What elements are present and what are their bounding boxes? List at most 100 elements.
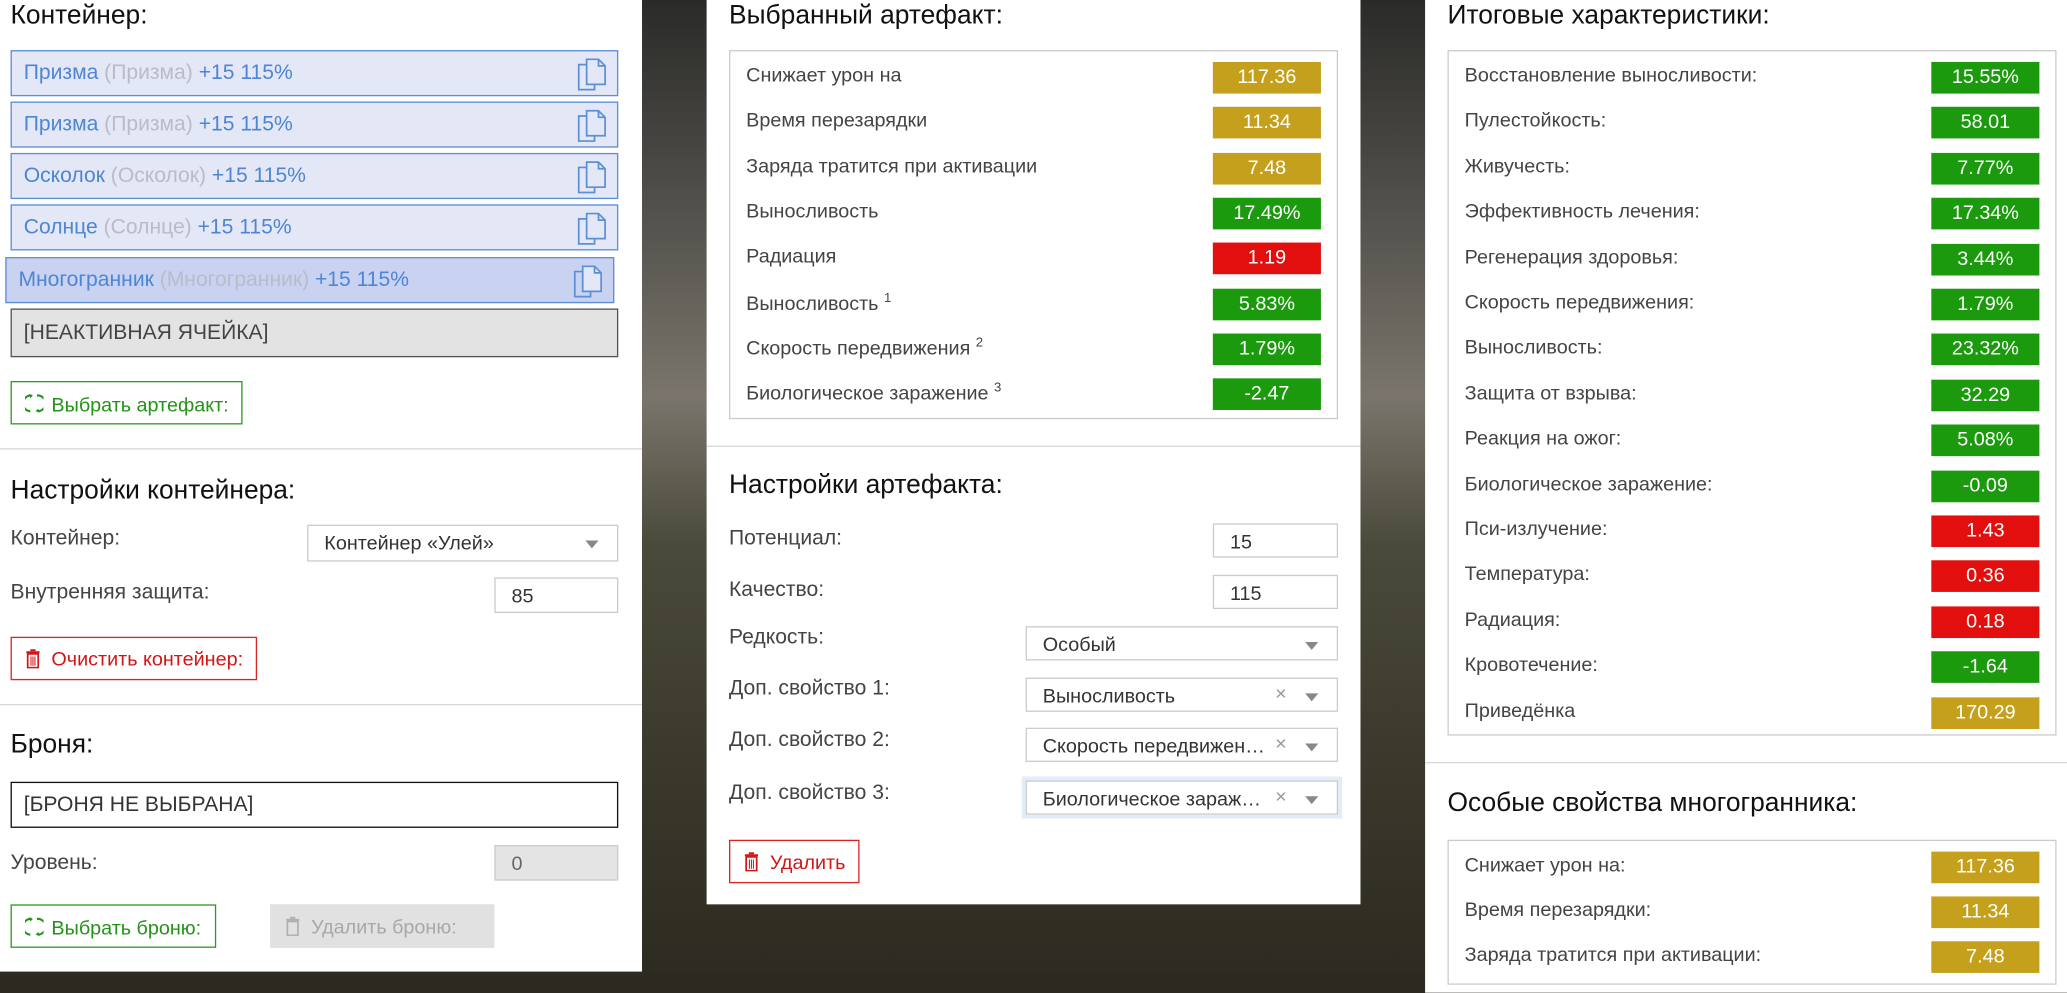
stat-label: Скорость передвижения [746, 337, 971, 360]
stat-value-badge: -0.09 [1931, 470, 2040, 502]
armor-slot[interactable]: [БРОНЯ НЕ ВЫБРАНА] [10, 781, 619, 828]
potential-label: Потенциал: [729, 527, 843, 550]
extra3-label: Доп. свойство 3: [729, 781, 890, 805]
stat-name: Реакция на ожог: [1465, 427, 1622, 449]
slot-name: Осколок [23, 164, 105, 188]
stat-name: Регенерация здоровья: [1465, 246, 1679, 268]
stat-name: Живучесть: [1465, 155, 1570, 177]
clear-icon[interactable]: × [1275, 786, 1287, 808]
stat-label: Снижает урон на: [1464, 854, 1626, 877]
special-title: Особые свойства многогранника: [1447, 788, 1858, 818]
stat-name: Снижает урон на: [1465, 854, 1626, 876]
stat-label: Приведёнка [1464, 699, 1576, 722]
stat-name: Биологическое заражение: [1465, 473, 1713, 495]
clear-icon[interactable]: × [1275, 683, 1287, 705]
stat-label: Регенерация здоровья: [1464, 245, 1679, 269]
stat-row: Защита от взрыва: 32.29 [1449, 379, 2055, 412]
stat-label: Защита от взрыва: [1464, 382, 1637, 405]
stat-row: Время перезарядки: 11.34 [1449, 896, 2055, 929]
stat-row: Выносливость: 23.32% [1449, 334, 2055, 366]
delete-artifact-button[interactable]: Удалить [729, 839, 860, 884]
stat-value-badge: -1.64 [1931, 651, 2040, 684]
copy-icon[interactable] [577, 109, 606, 142]
delete-artifact-label: Удалить [769, 851, 846, 875]
slot-original-name: (Осколок) [110, 164, 207, 188]
extra1-label: Доп. свойство 1: [729, 677, 890, 701]
stat-value-badge: 3.44% [1931, 243, 2040, 275]
slot-stats: +15 115% [211, 164, 306, 188]
stat-name: Эффективность лечения: [1465, 201, 1700, 223]
stat-footnote: 3 [994, 381, 1002, 396]
container-select[interactable]: Контейнер «Улей» [307, 524, 619, 562]
divider [1425, 761, 2067, 764]
clear-container-button[interactable]: Очистить контейнер: [10, 636, 258, 681]
stat-row: Скорость передвижения 2 1.79% [730, 333, 1336, 365]
extra2-select[interactable]: Скорость передвижения × [1025, 727, 1339, 762]
potential-input[interactable]: 15 [1212, 523, 1339, 558]
clear-icon[interactable]: × [1275, 733, 1287, 755]
stat-label: Выносливость: [1464, 336, 1603, 360]
copy-icon[interactable] [577, 161, 606, 194]
clear-container-label: Очистить контейнер: [51, 648, 244, 672]
stat-row: Биологическое заражение 3 -2.47 [730, 378, 1336, 411]
stat-value-badge: 1.43 [1931, 515, 2040, 548]
inner-protection-input[interactable]: 85 [494, 577, 619, 614]
stat-value-badge: 1.79% [1931, 288, 2040, 321]
extra1-value: Выносливость [1042, 685, 1176, 708]
stat-value-badge: 1.79% [1212, 333, 1321, 365]
quality-input[interactable]: 115 [1212, 574, 1339, 610]
stat-row: Реакция на ожог: 5.08% [1449, 424, 2055, 457]
armor-title: Броня: [10, 730, 94, 760]
stat-label: Выносливость [746, 200, 879, 223]
artifact-settings-title: Настройки артефакта: [729, 470, 1003, 500]
copy-icon[interactable] [577, 58, 606, 91]
stat-row: Кровотечение: -1.64 [1449, 651, 2055, 684]
container-settings-title: Настройки контейнера: [10, 475, 296, 505]
slot-original-name: (Призма) [104, 113, 193, 136]
choose-armor-button[interactable]: Выбрать броню: [10, 904, 216, 948]
slot-stats: +15 115% [197, 216, 292, 239]
slot-original-name: (Призма) [104, 61, 193, 85]
stat-name: Кровотечение: [1465, 654, 1598, 676]
stat-value-badge: 23.32% [1931, 334, 2040, 366]
extra1-select[interactable]: Выносливость × [1025, 677, 1339, 712]
stat-name: Скорость передвижения 2 [746, 336, 983, 360]
chevron-down-icon [1305, 642, 1319, 650]
artifact-slot[interactable]: Призма (Призма) +15 115% [10, 50, 619, 97]
artifact-slot[interactable]: Солнце (Солнце) +15 115% [10, 204, 619, 251]
stat-row: Заряда тратится при активации: 7.48 [1449, 941, 2055, 973]
stat-row: Восстановление выносливости: 15.55% [1449, 61, 2055, 94]
choose-artifact-button[interactable]: Выбрать артефакт: [10, 380, 244, 425]
stat-name: Скорость передвижения: [1465, 291, 1695, 313]
delete-armor-button[interactable]: Удалить броню: [270, 904, 495, 948]
stat-label: Заряда тратится при активации [746, 155, 1038, 178]
divider [0, 703, 643, 706]
inactive-slot: [НЕАКТИВНАЯ ЯЧЕЙКА] [10, 308, 619, 358]
artifact-slot[interactable]: Осколок (Осколок) +15 115% [10, 152, 619, 200]
stat-value-badge: 58.01 [1931, 107, 2040, 139]
stat-label: Заряда тратится при активации: [1464, 943, 1762, 967]
stat-row: Снижает урон на 117.36 [730, 61, 1336, 94]
stat-name: Радиация [746, 245, 836, 267]
extra2-value: Скорость передвижения [1042, 735, 1267, 759]
container-panel: Контейнер: Призма (Призма) +15 115% Призм… [0, 0, 643, 972]
stat-name: Время перезарядки [746, 110, 927, 132]
artifact-slot[interactable]: Призма (Призма) +15 115% [10, 101, 619, 148]
copy-icon[interactable] [573, 265, 603, 298]
stat-label: Реакция на ожог: [1464, 427, 1622, 450]
stat-name: Пулестойкость: [1465, 110, 1607, 132]
extra3-select[interactable]: Биологическое заражение × [1025, 780, 1339, 815]
stat-label: Живучесть: [1464, 155, 1570, 178]
chevron-down-icon [1305, 693, 1319, 702]
chevron-down-icon [1305, 743, 1319, 752]
artifact-slot[interactable]: Многогранник (Многогранник) +15 115% [5, 257, 615, 304]
rarity-select[interactable]: Особый [1025, 626, 1339, 661]
slot-original-name: (Многогранник) [159, 268, 310, 292]
stat-name: Восстановление выносливости: [1465, 65, 1758, 87]
chevron-down-icon [1305, 796, 1319, 805]
stat-value-badge: 17.34% [1931, 197, 2040, 230]
copy-icon[interactable] [577, 212, 606, 245]
stat-row: Выносливость 17.49% [730, 197, 1336, 230]
delete-armor-label: Удалить броню: [311, 916, 457, 939]
slot-name: Многогранник [18, 268, 154, 292]
